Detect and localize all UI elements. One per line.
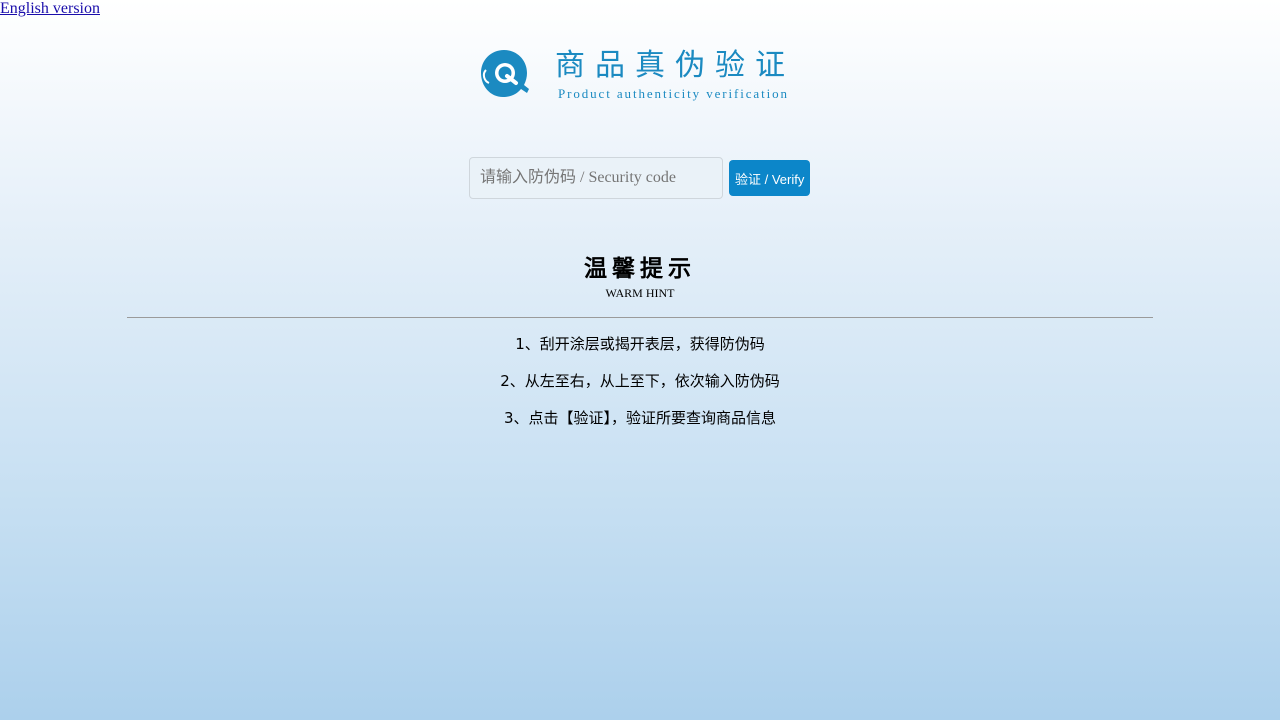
hint-step: 1、刮开涂层或揭开表层，获得防伪码	[515, 335, 765, 353]
q-logo-icon	[481, 50, 529, 97]
hint-step: 3、点击【验证】，验证所要查询商品信息	[503, 409, 777, 427]
english-version-link[interactable]: English version	[0, 0, 100, 18]
logo-title-en: Product authenticity verification	[558, 86, 789, 101]
verify-form: 验证 / Verify	[469, 156, 811, 200]
hint-steps: 1、刮开涂层或揭开表层，获得防伪码 2、从左至右，从上至下，依次输入防伪码 3、…	[0, 334, 1280, 445]
divider	[127, 317, 1153, 318]
security-code-input[interactable]	[469, 157, 723, 199]
hint-title: 温馨提示	[584, 256, 696, 282]
verify-button[interactable]: 验证 / Verify	[729, 160, 811, 196]
logo: 商品真伪验证 Product authenticity verification	[478, 46, 808, 106]
hint-subtitle: WARM HINT	[605, 286, 675, 300]
hint-step: 2、从左至右，从上至下，依次输入防伪码	[500, 372, 780, 390]
logo-title-cn: 商品真伪验证	[555, 48, 795, 83]
